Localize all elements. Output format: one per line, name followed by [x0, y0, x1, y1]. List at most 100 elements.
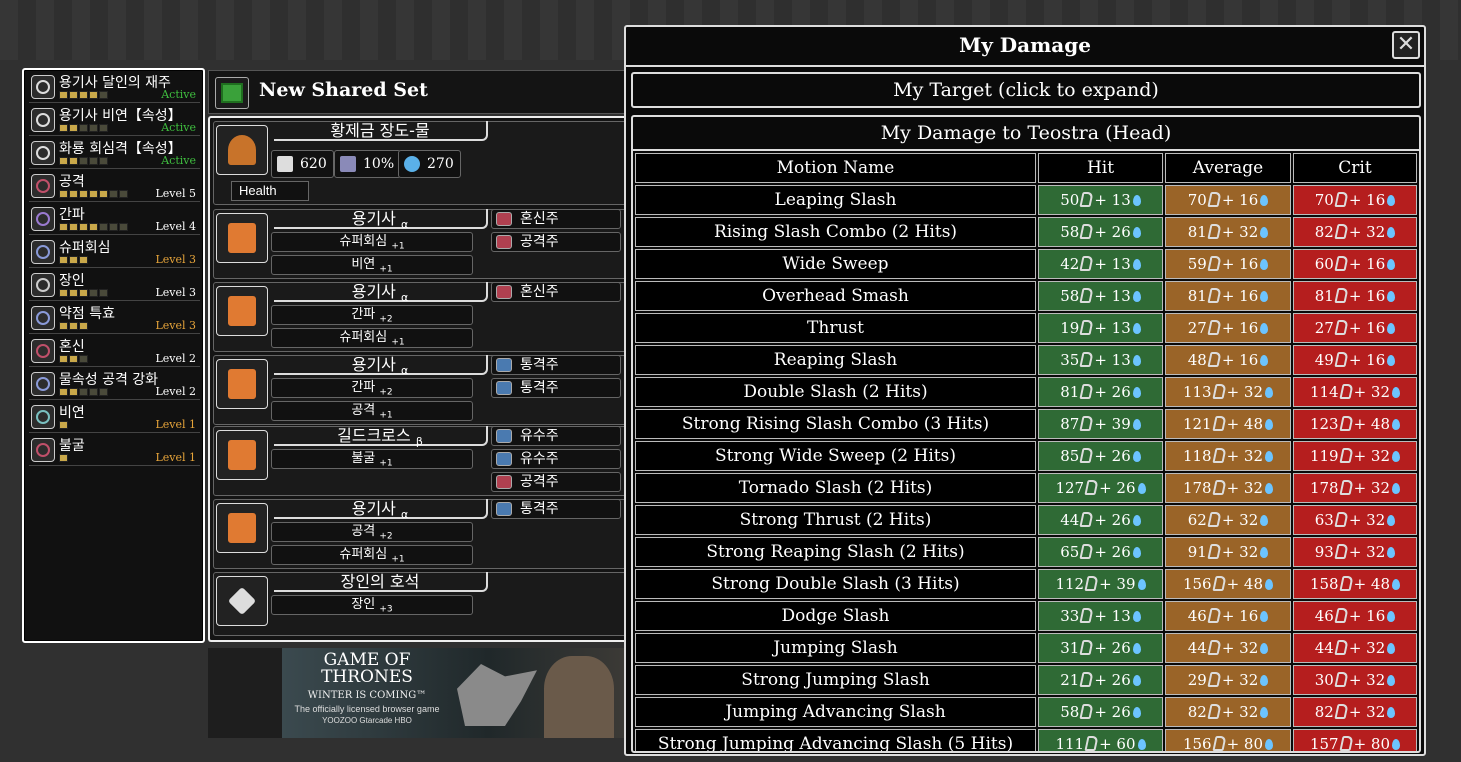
skill-row[interactable]: 비연 Level 1	[29, 402, 200, 433]
sword-icon	[1338, 384, 1354, 399]
table-row[interactable]: Strong Jumping Advancing Slash (5 Hits) 1…	[633, 727, 1419, 751]
sword-icon	[1079, 512, 1094, 527]
table-row[interactable]: Strong Reaping Slash (2 Hits) 65 + 26 91 + 3…	[633, 535, 1419, 567]
sword-icon	[1207, 608, 1222, 623]
decoration-slot[interactable]: 공격주	[491, 232, 621, 252]
sword-icon	[1079, 544, 1094, 559]
table-row[interactable]: Double Slash (2 Hits) 81 + 26 113 + 32 114 + 3…	[633, 375, 1419, 407]
armor-card[interactable]: 용기사 α 간파 +2 공격 +1 통격주 통격주	[213, 355, 628, 425]
average-value: 44 + 32	[1165, 633, 1291, 663]
sword-icon	[1334, 224, 1349, 239]
table-row[interactable]: Overhead Smash 58 + 13 81 + 16 81 + 16	[633, 279, 1419, 311]
skill-row[interactable]: 물속성 공격 강화 Level 2	[29, 369, 200, 400]
motion-name: Strong Reaping Slash (2 Hits)	[635, 537, 1036, 567]
armor-card[interactable]: 길드크로스 β 불굴 +1 유수주 유수주 공격주	[213, 426, 628, 496]
decoration-slot[interactable]: 통격주	[491, 499, 621, 519]
table-row[interactable]: Strong Double Slash (3 Hits) 112 + 39 156 + …	[633, 567, 1419, 599]
water-drop-icon	[1392, 419, 1401, 430]
table-row[interactable]: Strong Wide Sweep (2 Hits) 85 + 26 118 + 32 1…	[633, 439, 1419, 471]
decoration-slot[interactable]: 유수주	[491, 426, 621, 446]
armor-card[interactable]: 용기사 α 슈퍼회심 +1 비연 +1 혼신주 공격주	[213, 209, 628, 279]
column-header-average[interactable]: Average	[1165, 153, 1291, 183]
motion-name: Jumping Slash	[635, 633, 1036, 663]
decoration-slot[interactable]: 통격주	[491, 355, 621, 375]
decoration-slot[interactable]: 유수주	[491, 449, 621, 469]
motion-name: Double Slash (2 Hits)	[635, 377, 1036, 407]
skill-row[interactable]: 혼신 Level 2	[29, 336, 200, 367]
sword-icon	[1211, 480, 1227, 495]
skill-level-pips	[59, 256, 88, 264]
water-drop-icon	[1132, 291, 1141, 302]
decoration-slot[interactable]: 혼신주	[491, 282, 621, 302]
table-row[interactable]: Rising Slash Combo (2 Hits) 58 + 26 81 + 32 8…	[633, 215, 1419, 247]
skill-icon	[31, 339, 55, 363]
skill-name: 불굴	[59, 438, 85, 454]
health-augment[interactable]: Health	[231, 181, 309, 201]
close-button[interactable]: ✕	[1392, 31, 1420, 59]
average-value: 29 + 32	[1165, 665, 1291, 695]
table-row[interactable]: Strong Thrust (2 Hits) 44 + 26 62 + 32 63 + 32	[633, 503, 1419, 535]
crit-value: 70 + 16	[1293, 185, 1417, 215]
skill-row[interactable]: 장인 Level 3	[29, 270, 200, 301]
decoration-slot[interactable]: 공격주	[491, 472, 621, 492]
motion-name: Strong Jumping Advancing Slash (5 Hits)	[635, 729, 1036, 751]
skill-row[interactable]: 슈퍼회심 Level 3	[29, 237, 200, 268]
crit-value: 63 + 32	[1293, 505, 1417, 535]
table-row[interactable]: Reaping Slash 35 + 13 48 + 16 49 + 16	[633, 343, 1419, 375]
table-row[interactable]: Strong Jumping Slash 21 + 26 29 + 32 30 + 32	[633, 663, 1419, 695]
motion-name: Leaping Slash	[635, 185, 1036, 215]
crit-value: 157 + 80	[1293, 729, 1417, 751]
ad-image[interactable]: GAME OF THRONES WINTER IS COMING™ The of…	[282, 648, 626, 738]
water-drop-icon	[1265, 579, 1274, 590]
column-header-motion[interactable]: Motion Name	[635, 153, 1036, 183]
skill-row[interactable]: 용기사 비연【속성】 Active	[29, 105, 200, 136]
skill-level-pips	[59, 124, 108, 132]
water-drop-icon	[1387, 355, 1396, 366]
decoration-slot[interactable]: 통격주	[491, 378, 621, 398]
table-row[interactable]: Strong Rising Slash Combo (3 Hits) 87 + 39…	[633, 407, 1419, 439]
skill-name: 비연	[59, 405, 85, 421]
table-row[interactable]: Thrust 19 + 13 27 + 16 27 + 16	[633, 311, 1419, 343]
target-expand-button[interactable]: My Target (click to expand)	[631, 72, 1421, 108]
water-drop-icon	[1132, 419, 1141, 430]
table-row[interactable]: Wide Sweep 42 + 13 59 + 16 60 + 16	[633, 247, 1419, 279]
weapon-card[interactable]: 황제금 장도-물 620 10% 270 Health	[213, 121, 628, 205]
hit-value: 50 + 13	[1038, 185, 1163, 215]
column-header-hit[interactable]: Hit	[1038, 153, 1163, 183]
skill-row[interactable]: 불굴 Level 1	[29, 435, 200, 466]
sword-icon	[1334, 640, 1349, 655]
skill-row[interactable]: 용기사 달인의 재주 Active	[29, 72, 200, 103]
motion-name: Strong Rising Slash Combo (3 Hits)	[635, 409, 1036, 439]
table-row[interactable]: Leaping Slash 50 + 13 70 + 16 70 + 16	[633, 183, 1419, 215]
average-value: 113 + 32	[1165, 377, 1291, 407]
ad-banner[interactable]: GAME OF THRONES WINTER IS COMING™ The of…	[208, 648, 626, 738]
armor-skill: 슈퍼회심 +1	[271, 232, 473, 252]
sword-icon	[1334, 192, 1349, 207]
armor-skill: 비연 +1	[271, 255, 473, 275]
charm-card[interactable]: 장인의 호석 장인 +3	[213, 572, 628, 636]
decoration-slot[interactable]: 혼신주	[491, 209, 621, 229]
skill-name: 간파	[59, 207, 85, 223]
skill-row[interactable]: 공격 Level 5	[29, 171, 200, 202]
sword-icon	[1211, 384, 1227, 399]
edit-set-button[interactable]	[215, 77, 249, 109]
armor-skill: 슈퍼회심 +1	[271, 545, 473, 565]
skill-row[interactable]: 간파 Level 4	[29, 204, 200, 235]
table-row[interactable]: Jumping Advancing Slash 58 + 26 82 + 32 82 + 3…	[633, 695, 1419, 727]
average-value: 118 + 32	[1165, 441, 1291, 471]
motion-name: Reaping Slash	[635, 345, 1036, 375]
table-row[interactable]: Tornado Slash (2 Hits) 127 + 26 178 + 32 178 +…	[633, 471, 1419, 503]
armor-card[interactable]: 용기사 α 간파 +2 슈퍼회심 +1 혼신주	[213, 282, 628, 352]
armor-skill: 공격 +2	[271, 522, 473, 542]
column-header-crit[interactable]: Crit	[1293, 153, 1417, 183]
water-drop-icon	[1392, 387, 1401, 398]
skill-row[interactable]: 약점 특효 Level 3	[29, 303, 200, 334]
table-row[interactable]: Jumping Slash 31 + 26 44 + 32 44 + 32	[633, 631, 1419, 663]
skill-row[interactable]: 화룡 회심격【속성】 Active	[29, 138, 200, 169]
table-row[interactable]: Dodge Slash 33 + 13 46 + 16 46 + 16	[633, 599, 1419, 631]
damage-subtitle: My Damage to Teostra (Head)	[880, 122, 1172, 144]
armor-icon	[216, 503, 268, 553]
armor-card[interactable]: 용기사 α 공격 +2 슈퍼회심 +1 통격주	[213, 499, 628, 569]
water-drop-icon	[1260, 323, 1269, 334]
set-title[interactable]: New Shared Set	[259, 79, 428, 101]
